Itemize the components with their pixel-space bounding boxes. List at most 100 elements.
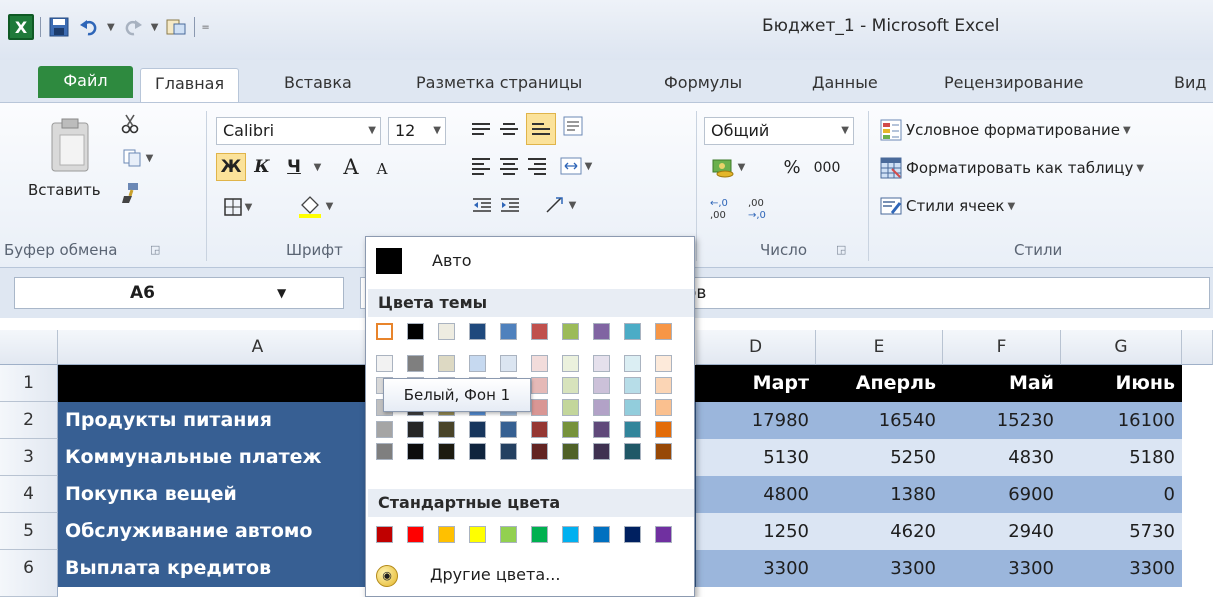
value-cell[interactable]: 5180 (1061, 439, 1182, 476)
theme-shade-swatch[interactable] (531, 421, 548, 438)
theme-shade-swatch[interactable] (407, 421, 424, 438)
theme-shade-swatch[interactable] (376, 421, 393, 438)
theme-shade-swatch[interactable] (407, 443, 424, 460)
column-header-f[interactable]: F (943, 330, 1061, 365)
standard-color-swatch[interactable] (624, 526, 641, 543)
automatic-color-item[interactable]: Авто (368, 242, 692, 280)
value-cell[interactable]: 17980 (696, 402, 816, 439)
header-cell[interactable]: Май (943, 365, 1061, 402)
theme-shade-swatch[interactable] (376, 443, 393, 460)
tab-insert[interactable]: Вставка (270, 68, 366, 102)
row-header[interactable]: 5 (0, 513, 58, 550)
tab-view[interactable]: Вид (1160, 68, 1213, 102)
value-cell[interactable]: 3300 (696, 550, 816, 587)
value-cell[interactable]: 4800 (696, 476, 816, 513)
tab-home[interactable]: Главная (140, 68, 240, 102)
theme-shade-swatch[interactable] (593, 443, 610, 460)
decrease-indent-icon[interactable] (470, 193, 494, 217)
undo-dropdown-icon[interactable]: ▼ (107, 22, 115, 33)
font-name-combo[interactable]: Calibri ▼ (216, 117, 381, 145)
more-colors-item[interactable]: ◉ Другие цвета... (368, 559, 694, 593)
value-cell[interactable]: 1380 (816, 476, 943, 513)
theme-color-swatch[interactable] (500, 323, 517, 340)
theme-shade-swatch[interactable] (469, 355, 486, 372)
theme-shade-swatch[interactable] (562, 421, 579, 438)
theme-color-swatch[interactable] (593, 323, 610, 340)
theme-shade-swatch[interactable] (531, 355, 548, 372)
currency-format-icon[interactable]: ▼ (706, 153, 750, 181)
tab-formulas[interactable]: Формулы (650, 68, 756, 102)
paste-button[interactable]: Вставить (28, 181, 101, 199)
theme-color-swatch[interactable] (469, 323, 486, 340)
theme-color-swatch[interactable] (655, 323, 672, 340)
shrink-font-button[interactable]: A (368, 157, 396, 181)
value-cell[interactable]: 2940 (943, 513, 1061, 550)
theme-shade-swatch[interactable] (469, 443, 486, 460)
theme-shade-swatch[interactable] (624, 399, 641, 416)
column-header-h[interactable] (1182, 330, 1213, 365)
align-top-icon[interactable] (470, 119, 492, 139)
row-header[interactable]: 3 (0, 439, 58, 476)
undo-icon[interactable] (77, 15, 101, 39)
tab-review[interactable]: Рецензирование (930, 68, 1097, 102)
value-cell[interactable]: 5730 (1061, 513, 1182, 550)
paste-icon[interactable] (46, 113, 94, 177)
bold-button[interactable]: Ж (216, 153, 246, 181)
borders-icon[interactable]: ▼ (216, 193, 260, 221)
format-as-table-button[interactable]: Форматировать как таблицу ▼ (880, 155, 1144, 181)
theme-shade-swatch[interactable] (500, 421, 517, 438)
row-header[interactable]: 1 (0, 365, 58, 402)
theme-color-swatch[interactable] (376, 323, 393, 340)
theme-shade-swatch[interactable] (593, 421, 610, 438)
theme-shade-swatch[interactable] (407, 355, 424, 372)
theme-color-swatch[interactable] (438, 323, 455, 340)
cut-icon[interactable] (118, 113, 142, 135)
column-header-e[interactable]: E (816, 330, 943, 365)
value-cell[interactable]: 0 (1061, 476, 1182, 513)
theme-shade-swatch[interactable] (655, 355, 672, 372)
theme-shade-swatch[interactable] (531, 377, 548, 394)
value-cell[interactable]: 1250 (696, 513, 816, 550)
standard-color-swatch[interactable] (562, 526, 579, 543)
copy-icon[interactable]: ▼ (118, 147, 158, 169)
customize-qat-icon[interactable] (164, 15, 188, 39)
theme-shade-swatch[interactable] (500, 443, 517, 460)
value-cell[interactable]: 3300 (943, 550, 1061, 587)
value-cell[interactable]: 16100 (1061, 402, 1182, 439)
cell-styles-button[interactable]: Стили ячеек ▼ (880, 193, 1015, 219)
fill-color-icon[interactable]: ▼ (288, 191, 342, 221)
row-header[interactable]: 2 (0, 402, 58, 439)
decrease-decimal-icon[interactable]: ,00 →,0 (744, 195, 778, 221)
theme-shade-swatch[interactable] (655, 399, 672, 416)
redo-icon[interactable] (121, 15, 145, 39)
standard-color-swatch[interactable] (438, 526, 455, 543)
align-middle-icon[interactable] (498, 119, 520, 139)
theme-shade-swatch[interactable] (655, 443, 672, 460)
number-format-combo[interactable]: Общий ▼ (704, 117, 854, 145)
value-cell[interactable]: 3300 (1061, 550, 1182, 587)
text-orientation-icon[interactable] (560, 113, 586, 139)
value-cell[interactable]: 15230 (943, 402, 1061, 439)
theme-shade-swatch[interactable] (438, 421, 455, 438)
select-all-corner[interactable] (0, 330, 58, 365)
clipboard-launcher-icon[interactable]: ◲ (150, 243, 160, 256)
theme-shade-swatch[interactable] (593, 399, 610, 416)
theme-shade-swatch[interactable] (376, 355, 393, 372)
theme-color-swatch[interactable] (531, 323, 548, 340)
value-cell[interactable]: 16540 (816, 402, 943, 439)
standard-color-swatch[interactable] (376, 526, 393, 543)
standard-color-swatch[interactable] (531, 526, 548, 543)
underline-dropdown-icon[interactable]: ▼ (308, 153, 324, 181)
theme-shade-swatch[interactable] (531, 443, 548, 460)
theme-shade-swatch[interactable] (593, 377, 610, 394)
value-cell[interactable]: 5130 (696, 439, 816, 476)
standard-color-swatch[interactable] (469, 526, 486, 543)
theme-shade-swatch[interactable] (624, 355, 641, 372)
theme-shade-swatch[interactable] (562, 377, 579, 394)
increase-indent-icon[interactable] (498, 193, 522, 217)
theme-shade-swatch[interactable] (562, 399, 579, 416)
value-cell[interactable]: 4620 (816, 513, 943, 550)
row-header[interactable]: 6 (0, 550, 58, 597)
align-bottom-icon[interactable] (526, 113, 556, 145)
value-cell[interactable]: 6900 (943, 476, 1061, 513)
